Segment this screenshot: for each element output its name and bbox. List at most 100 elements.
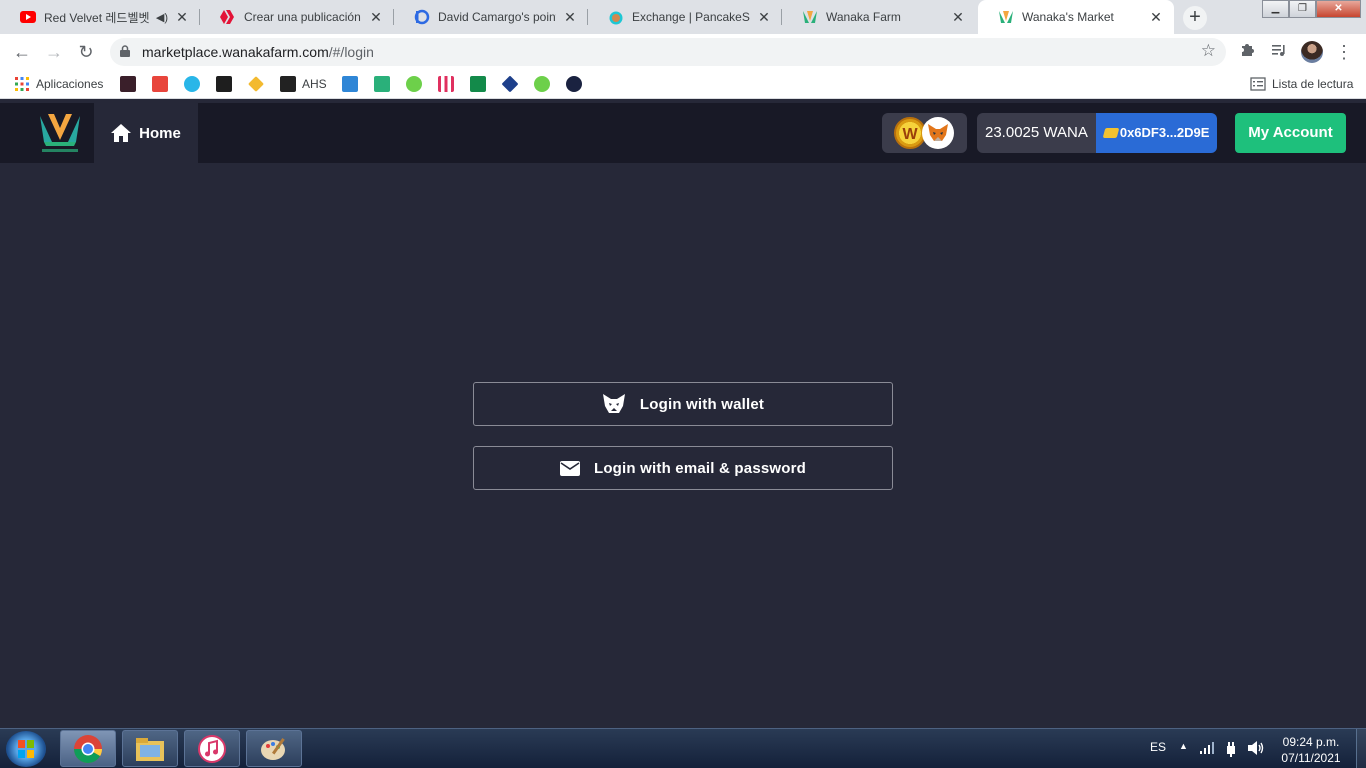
clock-date: 07/11/2021 — [1281, 751, 1341, 765]
tab-title: Crear una publicación — — [244, 10, 362, 24]
apps-grid-icon — [15, 77, 29, 91]
taskbar-itunes[interactable] — [184, 730, 240, 767]
bookmark-7[interactable] — [374, 76, 390, 92]
bookmark-8[interactable] — [406, 76, 422, 92]
bookmark-apps[interactable]: Aplicaciones — [14, 76, 103, 92]
bookmark-1[interactable] — [120, 76, 136, 92]
tab-wanaka-farm[interactable]: Wanaka Farm ✕ — [782, 0, 976, 34]
svg-text:W: W — [902, 126, 918, 143]
bookmark-11[interactable] — [501, 75, 519, 93]
youtube-icon — [20, 9, 36, 25]
lock-icon — [120, 45, 130, 57]
home-icon — [111, 124, 132, 142]
window-controls: ▁ ❐ ✕ — [1262, 0, 1361, 18]
tab-title: David Camargo's points — [438, 10, 556, 24]
wallet-address-pill[interactable]: 0x6DF3...2D9E — [1095, 113, 1218, 153]
windows-taskbar: ES ▲ 09:24 p.m. 07/11/2021 — [0, 728, 1366, 768]
kebab-menu-icon[interactable]: ⋮ — [1334, 42, 1354, 62]
close-tab-icon[interactable]: ✕ — [756, 9, 772, 25]
bookmark-favicon-icon — [120, 76, 136, 92]
wallet-tag-icon — [1102, 128, 1120, 138]
close-tab-icon[interactable]: ✕ — [562, 9, 578, 25]
paint-palette-icon — [261, 737, 285, 760]
input-language[interactable]: ES — [1150, 740, 1166, 754]
new-tab-button[interactable]: + — [1183, 6, 1207, 30]
tab-red-velvet[interactable]: Red Velvet 레드벨벳 ◀) ✕ — [0, 0, 200, 34]
tab-title: Exchange | PancakeSwap — [632, 10, 750, 24]
close-tab-icon[interactable]: ✕ — [368, 9, 384, 25]
wanaka-logo[interactable] — [38, 112, 82, 154]
af-icon — [216, 76, 232, 92]
metamask-fox-icon — [922, 117, 954, 149]
window-close-button[interactable]: ✕ — [1316, 0, 1361, 18]
bookmark-ahs[interactable]: AHS — [280, 76, 327, 92]
binance-icon — [248, 76, 264, 92]
taskbar-explorer[interactable] — [122, 730, 178, 767]
bookmark-13[interactable] — [566, 76, 582, 92]
site-navbar: Home W 23.0025 WANA 0x6DF3...2D9E My Acc… — [0, 103, 1366, 163]
my-account-button[interactable]: My Account — [1235, 113, 1346, 153]
bookmark-10[interactable] — [470, 76, 486, 92]
nav-home-tab[interactable]: Home — [94, 103, 198, 163]
network-signal-icon[interactable] — [1200, 742, 1214, 757]
bookmark-favicon-icon — [342, 76, 358, 92]
reading-list-label: Lista de lectura — [1272, 77, 1354, 91]
reading-list[interactable]: Lista de lectura — [1250, 76, 1353, 92]
show-hidden-icons-icon[interactable]: ▲ — [1179, 741, 1188, 751]
taskbar-paint[interactable] — [246, 730, 302, 767]
close-tab-icon[interactable]: ✕ — [950, 9, 966, 25]
profile-avatar[interactable] — [1301, 41, 1323, 63]
address-bar[interactable]: marketplace.wanakafarm.com/#/login ☆ — [110, 38, 1226, 66]
speaker-icon[interactable]: ◀) — [156, 11, 168, 24]
reading-list-icon — [1250, 77, 1266, 91]
wana-balance: 23.0025 WANA — [977, 113, 1096, 153]
envelope-icon — [559, 460, 580, 476]
close-tab-icon[interactable]: ✕ — [1148, 9, 1164, 25]
power-plug-icon[interactable] — [1224, 741, 1238, 760]
close-tab-icon[interactable]: ✕ — [174, 9, 190, 25]
peakd-icon — [414, 9, 430, 25]
windows-start-button[interactable] — [6, 731, 46, 767]
login-page: Login with wallet Login with email & pas… — [0, 163, 1366, 728]
reload-icon[interactable]: ↻ — [74, 40, 98, 64]
bookmark-9[interactable] — [438, 76, 454, 92]
bookmark-star-icon[interactable]: ☆ — [1201, 41, 1216, 61]
forward-arrow-icon[interactable]: → — [42, 40, 66, 64]
bookmark-12[interactable] — [534, 76, 550, 92]
tab-pancakeswap[interactable]: Exchange | PancakeSwap ✕ — [588, 0, 782, 34]
login-with-email-button[interactable]: Login with email & password — [473, 446, 893, 490]
folder-icon — [136, 737, 164, 761]
extensions-puzzle-icon[interactable] — [1237, 42, 1257, 62]
bookmark-favicon-icon — [501, 75, 519, 93]
bookmark-ahs-label: AHS — [302, 77, 327, 91]
tab-wanakas-market[interactable]: Wanaka's Market ✕ — [978, 0, 1174, 34]
tab-title: Wanaka Farm — [826, 10, 901, 24]
taskbar-chrome[interactable] — [60, 730, 116, 767]
maximize-button[interactable]: ❐ — [1289, 0, 1316, 18]
tab-title: Wanaka's Market — [1022, 10, 1114, 24]
bookmark-apps-label: Aplicaciones — [36, 77, 104, 91]
login-with-wallet-label: Login with wallet — [639, 395, 765, 413]
token-wallet-selector[interactable]: W — [882, 113, 967, 153]
system-clock[interactable]: 09:24 p.m. 07/11/2021 — [1276, 734, 1346, 766]
minimize-button[interactable]: ▁ — [1262, 0, 1289, 18]
url-host: marketplace.wanakafarm.com — [142, 44, 329, 60]
bookmark-6[interactable] — [342, 76, 358, 92]
bookmark-favicon-icon — [184, 76, 200, 92]
bookmark-5[interactable] — [248, 76, 264, 92]
hive-icon — [220, 9, 236, 25]
back-arrow-icon[interactable]: ← — [10, 40, 34, 64]
url-text: marketplace.wanakafarm.com/#/login — [142, 44, 374, 60]
tab-david-camargo[interactable]: David Camargo's points ✕ — [394, 0, 588, 34]
clock-time: 09:24 p.m. — [1282, 735, 1340, 749]
tab-crear-publicacion[interactable]: Crear una publicación — ✕ — [200, 0, 394, 34]
show-desktop-button[interactable] — [1356, 729, 1366, 768]
bookmark-4[interactable] — [216, 76, 232, 92]
volume-speaker-icon[interactable] — [1248, 741, 1264, 758]
login-with-wallet-button[interactable]: Login with wallet — [473, 382, 893, 426]
bookmarks-bar: Aplicaciones AHS Lista de lectura — [0, 70, 1366, 99]
media-control-icon[interactable] — [1269, 42, 1289, 62]
bookmark-3[interactable] — [184, 76, 200, 92]
wanaka-icon — [802, 9, 818, 25]
bookmark-2[interactable] — [152, 76, 168, 92]
